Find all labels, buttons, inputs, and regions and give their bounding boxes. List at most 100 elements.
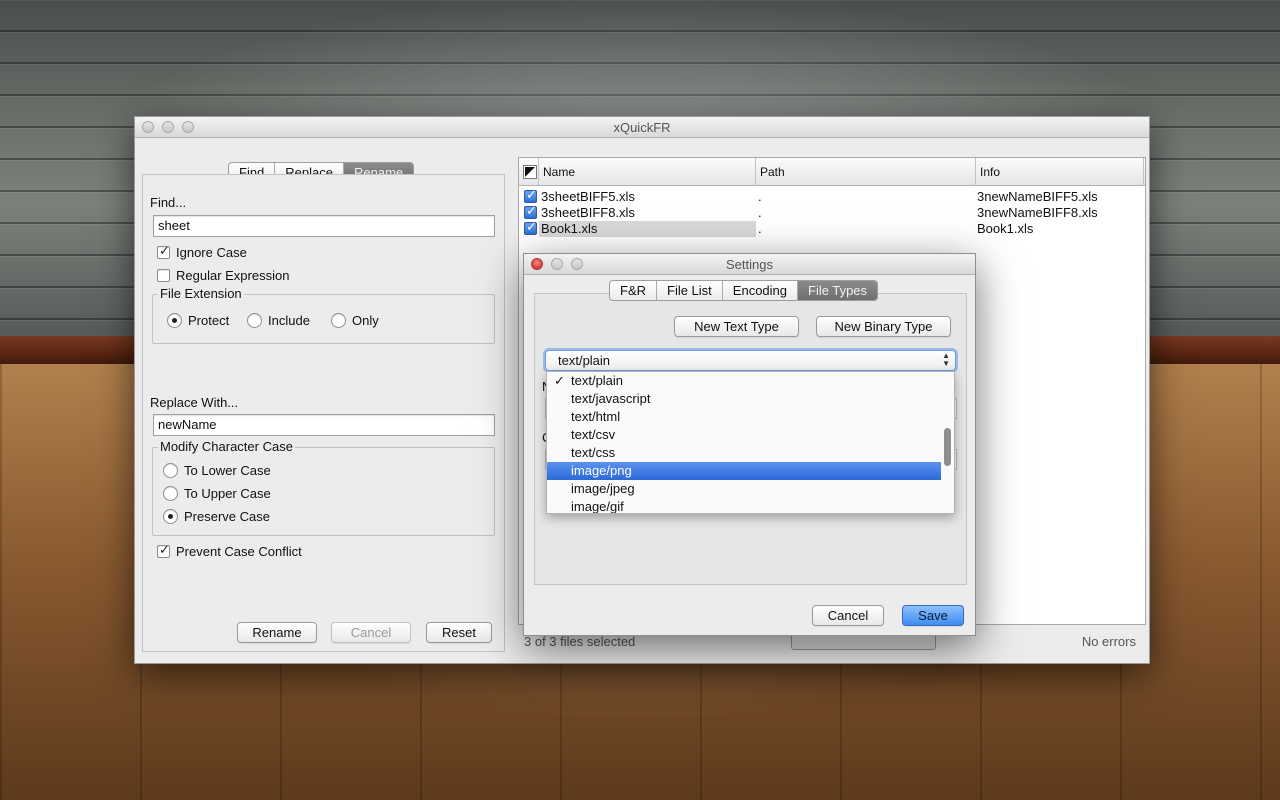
prevent-conflict-checkbox[interactable]	[157, 542, 170, 558]
extension-only-label: Only	[352, 313, 379, 328]
save-button[interactable]: Save	[902, 605, 964, 626]
selection-status: 3 of 3 files selected	[524, 634, 636, 649]
upper-case-option[interactable]: To Upper Case	[163, 486, 271, 501]
column-info[interactable]: Info	[976, 158, 1144, 186]
lower-case-option[interactable]: To Lower Case	[163, 463, 271, 478]
lower-case-radio[interactable]	[163, 463, 178, 478]
minimize-window-button[interactable]	[162, 121, 174, 133]
reset-button[interactable]: Reset	[426, 622, 492, 643]
row-checkbox[interactable]	[524, 219, 537, 235]
regular-expression-option[interactable]: Regular Expression	[157, 268, 289, 283]
ignore-case-option[interactable]: Ignore Case	[157, 243, 247, 260]
new-binary-type-button[interactable]: New Binary Type	[816, 316, 951, 337]
upper-case-radio[interactable]	[163, 486, 178, 501]
menu-item-image-png[interactable]: image/png	[547, 462, 941, 480]
file-extension-title: File Extension	[158, 286, 244, 301]
character-case-title: Modify Character Case	[158, 439, 295, 454]
menu-item-text-css[interactable]: text/css	[547, 444, 941, 462]
find-label: Find...	[150, 195, 187, 210]
ignore-case-label: Ignore Case	[176, 245, 247, 260]
window-title: xQuickFR	[613, 120, 671, 135]
menu-item-image-jpeg[interactable]: image/jpeg	[547, 480, 941, 498]
dialog-title: Settings	[726, 257, 773, 272]
menu-item-text-plain[interactable]: ✓ text/plain	[547, 372, 941, 390]
find-field[interactable]: sheet	[153, 215, 495, 237]
preserve-case-radio[interactable]	[163, 509, 178, 524]
mime-type-select[interactable]: text/plain ▲ ▼	[545, 350, 956, 371]
tab-find-replace[interactable]: F&R	[610, 281, 657, 300]
extension-protect-option[interactable]: Protect	[167, 313, 229, 328]
menu-item-text-html[interactable]: text/html	[547, 408, 941, 426]
ignore-case-checkbox[interactable]	[157, 243, 170, 259]
menu-scroll-thumb[interactable]	[944, 428, 951, 466]
select-arrows-icon: ▲ ▼	[942, 351, 950, 368]
extension-protect-label: Protect	[188, 313, 230, 328]
checkmark-icon: ✓	[554, 373, 565, 388]
mime-type-value: text/plain	[558, 353, 611, 368]
character-case-group: Modify Character Case To Lower Case To U…	[152, 439, 495, 536]
extension-include-radio[interactable]	[247, 313, 262, 328]
file-info: 3newNameBIFF8.xls	[977, 205, 1098, 220]
preserve-case-label: Preserve Case	[184, 509, 270, 524]
minimize-dialog-button[interactable]	[551, 258, 563, 270]
upper-case-label: To Upper Case	[184, 486, 271, 501]
preserve-case-option[interactable]: Preserve Case	[163, 509, 270, 524]
new-text-type-button[interactable]: New Text Type	[674, 316, 799, 337]
error-status: No errors	[1081, 634, 1136, 649]
prevent-conflict-option[interactable]: Prevent Case Conflict	[157, 542, 302, 559]
cancel-button[interactable]: Cancel	[812, 605, 884, 626]
extension-include-label: Include	[268, 313, 310, 328]
rename-panel: Find... sheet Ignore Case Regular Expres…	[142, 174, 505, 652]
settings-tabs: F&R File List Encoding File Types	[609, 280, 879, 301]
row-checkbox[interactable]	[524, 203, 537, 219]
zoom-dialog-button[interactable]	[571, 258, 583, 270]
settings-dialog: Settings New Text Type New Binary Type N…	[523, 253, 976, 636]
menu-item-image-gif[interactable]: image/gif	[547, 498, 941, 513]
file-name: Book1.xls	[539, 221, 756, 237]
close-dialog-button[interactable]	[531, 258, 543, 270]
menu-item-label: text/plain	[571, 373, 624, 388]
file-info: 3newNameBIFF5.xls	[977, 189, 1098, 204]
rename-button[interactable]: Rename	[237, 622, 317, 643]
tab-file-types[interactable]: File Types	[798, 281, 878, 300]
cancel-rename-button[interactable]: Cancel	[331, 622, 411, 643]
settings-titlebar[interactable]: Settings	[524, 254, 975, 275]
menu-item-text-javascript[interactable]: text/javascript	[547, 390, 941, 408]
extension-include-option[interactable]: Include	[247, 313, 310, 328]
table-header: Name Path Info	[519, 158, 1145, 186]
extension-only-option[interactable]: Only	[331, 313, 379, 328]
file-extension-group: File Extension Protect Include Only	[152, 286, 495, 344]
window-controls	[142, 121, 194, 133]
tab-encoding[interactable]: Encoding	[723, 281, 799, 300]
file-name: 3sheetBIFF5.xls	[541, 189, 635, 204]
replace-with-field[interactable]: newName	[153, 414, 495, 436]
replace-with-label: Replace With...	[150, 395, 239, 410]
row-checkbox[interactable]	[524, 187, 537, 203]
prevent-conflict-label: Prevent Case Conflict	[176, 544, 302, 559]
regular-expression-checkbox[interactable]	[157, 269, 170, 282]
extension-protect-radio[interactable]	[167, 313, 182, 328]
tab-file-list[interactable]: File List	[657, 281, 723, 300]
file-info: Book1.xls	[977, 221, 1034, 236]
file-path: .	[758, 221, 762, 236]
close-window-button[interactable]	[142, 121, 154, 133]
table-row[interactable]: Book1.xls . Book1.xls	[519, 219, 1145, 237]
table-row[interactable]: 3sheetBIFF5.xls . 3newNameBIFF5.xls	[519, 187, 1145, 205]
main-titlebar[interactable]: xQuickFR	[135, 117, 1149, 138]
menu-item-text-csv[interactable]: text/csv	[547, 426, 941, 444]
extension-only-radio[interactable]	[331, 313, 346, 328]
zoom-window-button[interactable]	[182, 121, 194, 133]
column-name[interactable]: Name	[539, 158, 756, 186]
column-path[interactable]: Path	[756, 158, 976, 186]
select-all-icon[interactable]	[523, 165, 537, 179]
table-row[interactable]: 3sheetBIFF8.xls . 3newNameBIFF8.xls	[519, 203, 1145, 221]
regular-expression-label: Regular Expression	[176, 268, 290, 283]
mime-type-menu: ✓ text/plain text/javascript text/html t…	[546, 371, 955, 514]
lower-case-label: To Lower Case	[184, 463, 271, 478]
file-path: .	[758, 205, 762, 220]
file-name: 3sheetBIFF8.xls	[541, 205, 635, 220]
dialog-window-controls	[531, 258, 583, 270]
select-all-header[interactable]	[519, 158, 539, 186]
menu-scrollbar[interactable]	[941, 372, 953, 513]
file-path: .	[758, 189, 762, 204]
